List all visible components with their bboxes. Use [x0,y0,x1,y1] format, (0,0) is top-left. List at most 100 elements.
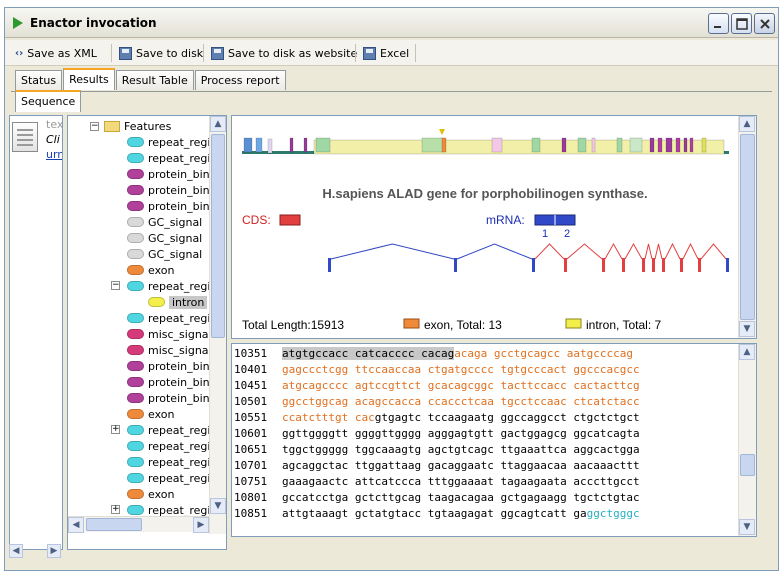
repeat-feature-icon [127,505,144,515]
sequence-line: 10451 atgcagcccc agtccgttct gcacagcggc ta… [234,378,640,394]
exon-mark [622,258,625,272]
scroll-down-button[interactable]: ▼ [739,321,755,337]
scroll-up-button[interactable]: ▲ [739,344,755,360]
tab-sequence[interactable]: Sequence [15,90,82,112]
scroll-thumb[interactable] [740,134,755,320]
tree-item-protein-binc[interactable]: protein_binc [127,198,216,214]
tab-status[interactable]: Status [15,70,63,90]
collapse-icon[interactable]: − [90,121,99,131]
minimize-button[interactable] [708,13,729,34]
tree-item-exon[interactable]: exon [127,262,174,278]
collapse-icon[interactable]: − [111,281,120,290]
tree-item-repeat-regi[interactable]: repeat_regi [127,454,210,470]
disk-icon [211,46,224,60]
exon-mark [454,258,457,272]
tree-item-protein-binc[interactable]: protein_binc [127,374,216,390]
sequence-segment: tggctggggg tggcaaagtg agctgtcagc ttgaaat… [282,443,640,456]
gene-feature-block [441,137,447,153]
tree-item-label: repeat_regi [148,471,211,485]
result-text: Cli [46,133,60,146]
save-as-xml-button[interactable]: ‹› Save as XML [11,43,101,63]
tree-item-repeat-regi[interactable]: repeat_regi [127,150,210,166]
sequence-scrollbar[interactable]: ▲ ▼ [738,344,756,536]
sequence-view[interactable]: 10351 atgtgccacc catcacccc cacagacaga gcc… [231,343,757,537]
feature-tree[interactable]: − Features repeat_regi repeat_regi protein… [67,115,227,550]
expand-icon[interactable]: + [111,425,120,434]
save-as-xml-label: Save as XML [27,46,97,60]
sequence-position: 10851 [234,506,282,522]
tree-horizontal-scrollbar[interactable]: ◀ ▶ [68,516,209,533]
tab-results[interactable]: Results [63,68,115,90]
exon-mark [652,258,655,272]
scroll-down-button[interactable]: ▼ [739,519,755,535]
gene-feature-block [315,137,331,153]
gene-feature-block [657,137,663,153]
tab-process-report[interactable]: Process report [194,70,286,90]
sequence-segment: atgtgccacc catcacccc cacag [282,347,455,360]
tree-item-gc-signal[interactable]: GC_signal [127,246,202,262]
tree-item-repeat-regi[interactable]: + repeat_regi [111,422,210,438]
tree-item-misc-signal[interactable]: misc_signal [127,326,212,342]
exon-mark [726,258,729,272]
gene-features [243,137,725,155]
tree-item-repeat-regi[interactable]: repeat_regi [127,438,210,454]
tree-item-exon[interactable]: exon [127,406,174,422]
scroll-up-button[interactable]: ▲ [739,116,755,132]
intron-connector [330,243,455,260]
tree-root[interactable]: − Features [90,118,171,134]
tree-item-gc-signal[interactable]: GC_signal [127,214,202,230]
excel-button[interactable]: Excel [359,43,413,63]
cds-label: CDS: [242,213,271,227]
intron-connector [654,243,663,260]
tree-item-misc-signal[interactable]: misc_signal [127,342,212,358]
sequence-segment: attgtaaagt gctatgtacc tgtaagagat ggcagtc… [282,507,587,520]
title-bar[interactable]: Enactor invocation [5,8,778,38]
save-to-disk-button[interactable]: Save to disk [115,43,207,63]
tree-item-repeat-regi[interactable]: − repeat_regi [111,278,210,294]
close-icon [760,19,770,29]
tree-item-repeat-regi[interactable]: repeat_regi [127,470,210,486]
maximize-button[interactable] [731,13,752,34]
tab-result-table[interactable]: Result Table [115,70,194,90]
scroll-right-button[interactable]: ▶ [47,544,61,558]
sequence-line: 10401 gagccctcgg ttccaaccaa ctgatgcccc tg… [234,362,640,378]
tree-item-exon[interactable]: exon [127,486,174,502]
close-button[interactable] [754,13,775,34]
repeat-feature-icon [127,473,144,483]
gene-feature-block [591,137,596,153]
protein-feature-icon [127,169,144,179]
sequence-segment: atgcagcccc agtccgttct gcacagcggc tacttcc… [282,379,640,392]
tree-item-protein-binc[interactable]: protein_binc [127,390,216,406]
result-link[interactable]: urn [46,148,62,161]
gene-view-scrollbar[interactable]: ▲ ▼ [738,116,756,338]
scroll-down-button[interactable]: ▼ [210,498,226,514]
tree-item-gc-signal[interactable]: GC_signal [127,230,202,246]
play-icon [13,17,23,29]
save-to-disk-as-website-button[interactable]: Save to disk as website [207,43,361,63]
sequence-line: 10851 attgtaaagt gctatgtacc tgtaagagat gg… [234,506,640,522]
scroll-thumb[interactable] [86,518,142,531]
tree-item-label: GC_signal [148,231,203,245]
tree-item-intron[interactable]: intron [148,294,208,310]
tree-item-label: exon [148,487,175,501]
tree-item-protein-binc[interactable]: protein_binc [127,166,216,182]
scroll-left-button[interactable]: ◀ [9,544,23,558]
result-list[interactable]: tex Cli urn [9,115,63,550]
gene-feature-block [577,137,587,153]
scroll-thumb[interactable] [740,454,755,476]
gene-feature-block [675,137,681,153]
tree-item-protein-binc[interactable]: protein_binc [127,358,216,374]
tree-item-protein-binc[interactable]: protein_binc [127,182,216,198]
gene-feature-block [491,137,503,153]
expand-icon[interactable]: + [111,505,120,514]
scroll-left-button[interactable]: ◀ [68,517,84,533]
gene-feature-block [243,137,253,153]
scroll-right-button[interactable]: ▶ [193,517,209,533]
tree-item-repeat-regi[interactable]: repeat_regi [127,134,210,150]
scroll-thumb[interactable] [211,134,225,338]
scroll-up-button[interactable]: ▲ [210,116,226,132]
sequence-segment: gccatcctga gctcttgcag taagacagaa gctgaga… [282,491,640,504]
sequence-segment: ggttggggtt ggggttgggg agggagtgtt gactgga… [282,427,640,440]
tree-vertical-scrollbar[interactable]: ▲ ▼ [209,116,226,534]
tree-item-repeat-regi[interactable]: repeat_regi [127,310,210,326]
